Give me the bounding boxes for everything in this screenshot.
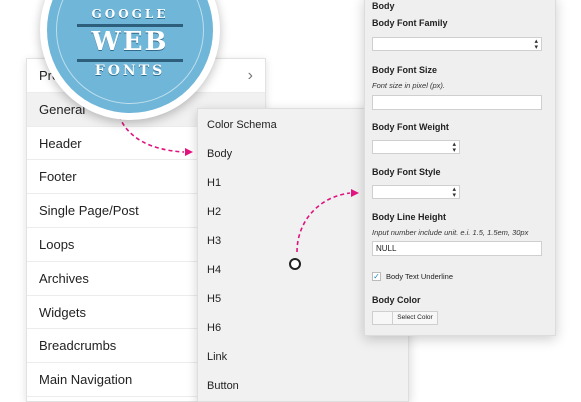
badge-rule — [77, 59, 183, 62]
arrow-to-font-style — [296, 192, 351, 253]
arrow-to-body — [118, 115, 185, 153]
arrow-head-icon — [185, 148, 193, 156]
badge-line-2: WEB — [91, 27, 169, 57]
cursor-icon — [289, 258, 301, 270]
badge-line-1: GOOGLE — [91, 7, 169, 21]
badge-line-3: FONTS — [94, 63, 166, 79]
arrow-head-icon — [351, 189, 359, 197]
